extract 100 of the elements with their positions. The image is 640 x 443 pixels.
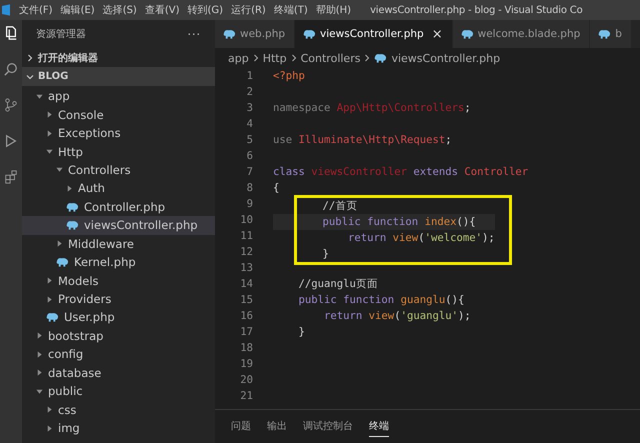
line-number: 11 [239,229,253,244]
tree-item[interactable]: Kernel.php [22,252,215,272]
code-line: } [298,325,306,340]
search-icon[interactable] [4,62,18,76]
caret-icon [46,424,53,432]
tree-item[interactable]: Models [22,271,215,290]
caret-icon [46,111,53,118]
breadcrumb-item[interactable]: viewsController.php [391,52,500,64]
panel-tab[interactable]: 问题 [231,416,251,437]
breadcrumb-item[interactable]: Http [262,52,287,64]
line-number: 10 [239,213,253,228]
editor-tab[interactable]: welcome.blade.php [452,20,590,48]
section-header[interactable]: BLOG [22,67,215,86]
section-header[interactable]: 打开的编辑器 [22,48,215,67]
menu-item[interactable]: 终端(T) [270,3,313,17]
file-icon [66,220,79,230]
line-number: 4 [246,117,253,132]
line-number: 16 [239,309,253,324]
code-line: //首页 [322,199,358,214]
line-number: 1 [246,69,253,84]
debug-icon[interactable] [4,134,18,148]
tree-item[interactable]: Middleware [22,234,215,253]
menu-item[interactable]: 查看(V) [142,3,184,17]
line-number: 9 [246,197,253,212]
sidebar-title: 资源管理器 [36,28,86,41]
tree-item[interactable]: public [22,382,215,400]
caret-icon [46,130,53,137]
editor-tab[interactable]: web.php [215,20,296,48]
panel-tab[interactable]: 输出 [267,416,287,437]
line-number: 2 [246,85,253,100]
menu-item[interactable]: 运行(R) [228,3,271,17]
tree-item[interactable]: Auth [22,179,215,198]
caret-icon [56,240,63,248]
caret-icon [46,277,53,284]
window-title: viewsController.php - blog - Visual Studio Co [370,4,582,16]
chevron-icon [364,54,370,62]
tree-item[interactable]: Controllers [22,160,215,180]
menu-item[interactable]: 帮助(H) [312,3,356,17]
caret-icon [56,166,63,174]
close-button[interactable]: × [432,26,443,42]
tree-item[interactable]: img [22,418,215,438]
app-logo-icon [2,4,10,16]
editor-tab[interactable]: viewsController.php × [295,20,453,48]
line-number: 20 [239,373,253,388]
caret-icon [36,92,43,100]
caret-icon [36,350,43,358]
file-icon [66,202,79,212]
extensions-icon[interactable] [4,170,18,184]
file-icon [56,257,69,268]
menu-item[interactable]: 编辑(E) [58,3,100,17]
code-line: use Illuminate\Http\Request; [273,133,453,148]
tree-item[interactable]: bootstrap [22,326,215,346]
caret-icon [36,369,43,376]
files-icon[interactable] [4,26,18,40]
caret-icon [46,148,53,156]
file-icon [223,29,236,39]
file-icon [598,29,612,39]
caret-icon [36,388,43,395]
panel-tab[interactable]: 终端 [369,416,389,437]
code-line: //guanglu页面 [298,277,379,292]
line-number: 19 [239,357,253,372]
tree-item[interactable]: app [22,87,215,106]
line-number: 3 [246,101,253,116]
menu-item[interactable]: 转到(G) [184,3,228,17]
tree-item[interactable]: Http [22,142,215,161]
tree-item[interactable]: viewsController.php [22,216,215,234]
code-line: { [273,181,280,196]
caret-icon [46,406,53,414]
line-number: 18 [239,341,253,356]
tree-item[interactable]: Console [22,105,215,124]
file-icon [46,312,59,322]
caret-icon [66,184,73,192]
more-actions[interactable]: ··· [188,28,201,40]
source-control-icon[interactable] [4,98,18,112]
chevron-icon [26,54,34,62]
tree-item[interactable]: Exceptions [22,124,215,142]
tree-item[interactable]: Providers [22,290,215,308]
chevron-icon [252,54,259,62]
line-number: 8 [246,181,253,196]
tree-item[interactable]: User.php [22,308,215,327]
code-line: class viewsController extends Controller [273,165,530,180]
file-icon [460,29,474,39]
code-line: public function guanglu(){ [298,293,466,308]
tree-item[interactable]: css [22,400,215,419]
file-icon [303,29,316,39]
line-number: 6 [246,149,253,164]
editor-tab[interactable]: b [590,20,632,48]
menu-item[interactable]: 选择(S) [100,3,142,17]
menu-item[interactable]: 文件(F) [16,3,58,17]
tree-item[interactable]: Controller.php [22,198,215,216]
panel-tab[interactable]: 调试控制台 [303,416,353,437]
line-number: 5 [246,133,253,148]
caret-icon [36,332,43,340]
chevron-icon [26,72,34,80]
line-number: 7 [246,165,253,180]
tree-item[interactable]: database [22,364,215,382]
tree-item[interactable]: config [22,345,215,364]
line-number: 12 [239,245,253,260]
breadcrumb-item[interactable]: app [228,52,249,64]
breadcrumb-item[interactable]: Controllers [300,52,360,64]
